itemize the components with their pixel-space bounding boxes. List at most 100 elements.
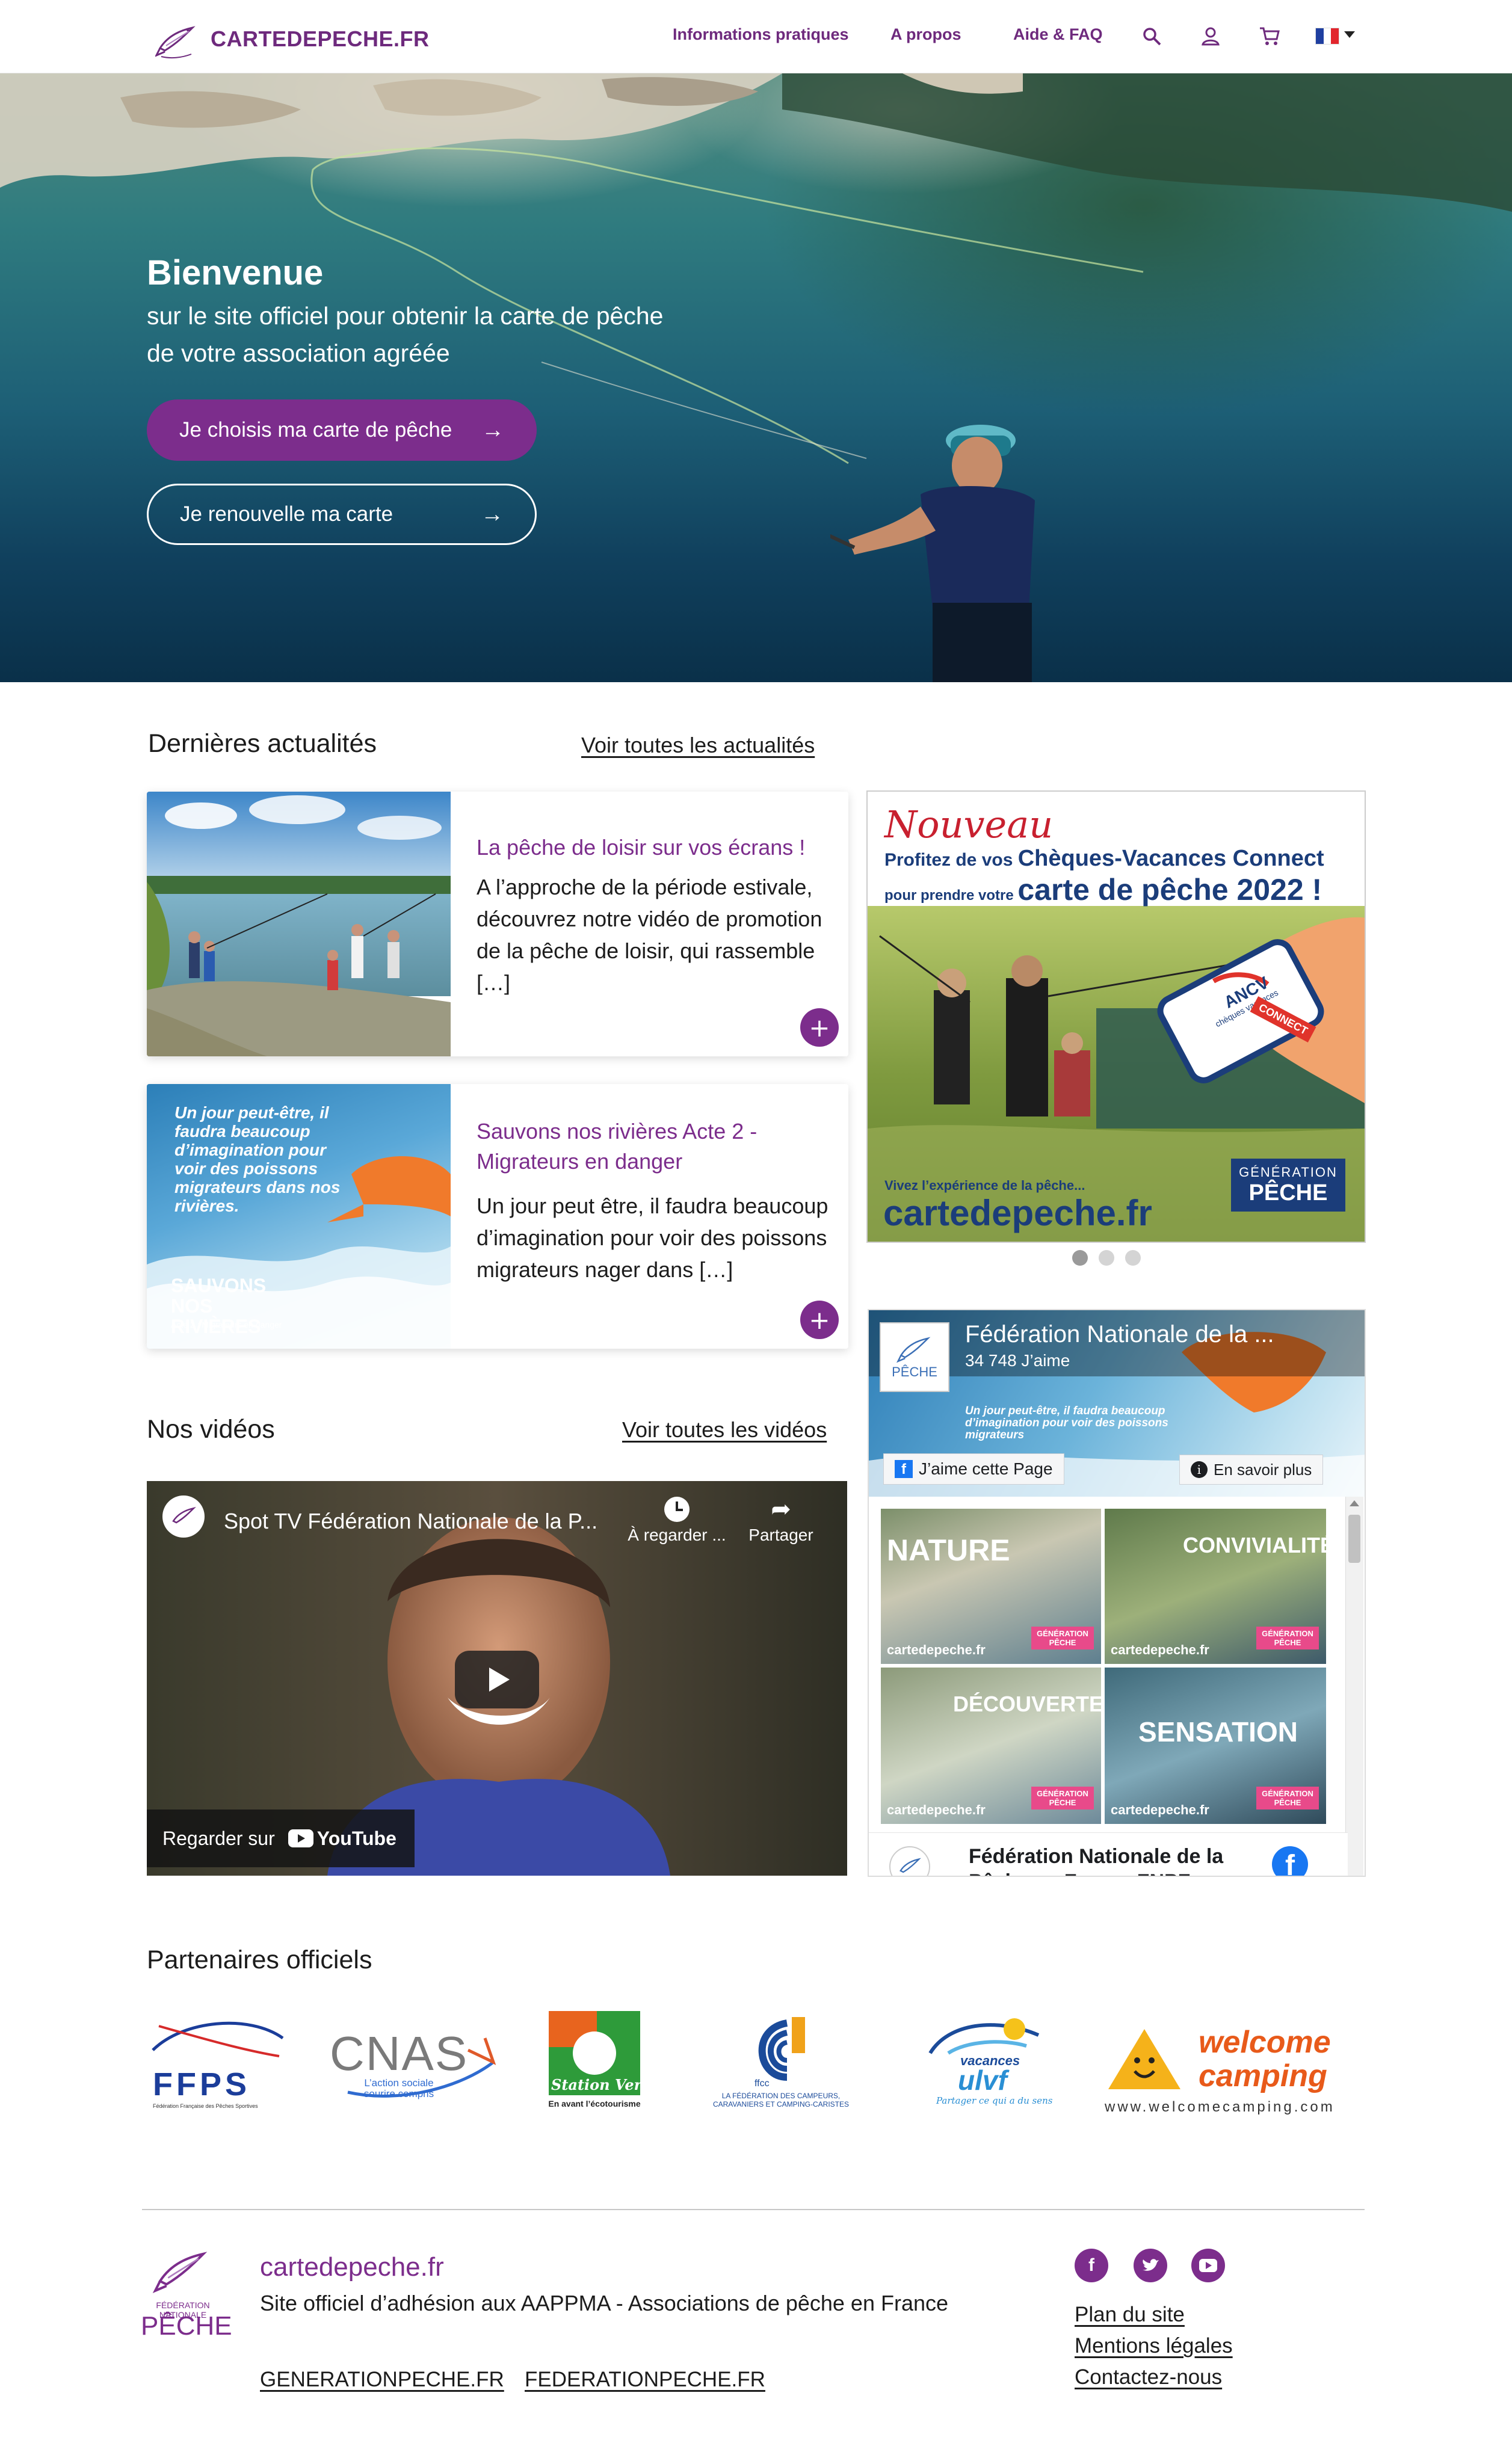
station-verte-name: Station Verte <box>551 2076 640 2093</box>
twitter-icon[interactable] <box>1134 2249 1167 2282</box>
ulvf-tagline: Partager ce qui a du sens <box>936 2095 1053 2106</box>
footer-link-generationpeche[interactable]: GENERATIONPECHE.FR <box>260 2368 504 2392</box>
news-card-title[interactable]: Sauvons nos rivières Acte 2 - Migrateurs… <box>477 1116 838 1177</box>
news-card[interactable]: Un jour peut-être, il faudra beaucoup d’… <box>147 1084 848 1349</box>
ffcc-caption: LA FÉDÉRATION DES CAMPEURS, CARAVANIERS … <box>712 2092 850 2108</box>
fb-avatar-label: PÊCHE <box>892 1364 937 1379</box>
news-card-title[interactable]: La pêche de loisir sur vos écrans ! <box>477 833 838 863</box>
fb-tile: DÉCOUVERTE cartedepeche.fr GÉNÉRATION PÊ… <box>881 1668 1104 1824</box>
read-more-plus-icon[interactable]: + <box>800 1008 839 1047</box>
share-label: Partager <box>748 1526 813 1544</box>
welcome-camping-tent-graphic <box>1108 2029 1180 2089</box>
fishing-line-graphic <box>310 147 1144 464</box>
partner-ffps-logo[interactable]: FFPS Fédération Française des Pêches Spo… <box>147 2008 289 2116</box>
fb-like-page-button[interactable]: f J’aime cette Page <box>883 1453 1064 1485</box>
ancv-promo-banner[interactable]: Nouveau Profitez de vos Chèques-Vacances… <box>866 790 1366 1243</box>
fb-tile-label: DÉCOUVERTE <box>953 1692 1104 1716</box>
partner-ulvf-logo[interactable]: vacances ulvf Partager ce qui a du sens <box>924 2008 1052 2116</box>
fb-scroll-thumb[interactable] <box>1348 1515 1360 1563</box>
carousel-dot[interactable] <box>1125 1250 1141 1266</box>
ad-headline-1a: Profitez de vos <box>884 850 1018 870</box>
fb-post-avatar <box>889 1846 930 1876</box>
carousel-dot[interactable] <box>1072 1250 1088 1266</box>
youtube-video-player[interactable]: Spot TV Fédération Nationale de la P... … <box>147 1481 847 1876</box>
card-image-logo-sub: Acte 2 : Migrateurs en danger <box>171 1320 282 1329</box>
ad-headline-2: pour prendre votre carte de pêche 2022 ! <box>884 872 1322 907</box>
footer-link-federationpeche[interactable]: FEDERATIONPECHE.FR <box>525 2368 765 2392</box>
flag-fr-icon[interactable] <box>1315 28 1339 45</box>
fish-logo-icon <box>896 1337 931 1363</box>
renew-card-button[interactable]: Je renouvelle ma carte → <box>147 484 537 545</box>
cnas-caption: L’action sociale sourire compris <box>363 2077 434 2099</box>
play-button[interactable] <box>455 1651 539 1708</box>
fb-tile-badge: GÉNÉRATION PÊCHE <box>1256 1787 1319 1810</box>
fish-logo-icon <box>152 2252 208 2293</box>
channel-avatar[interactable] <box>162 1495 205 1538</box>
share-button[interactable]: ➦ Partager <box>745 1497 817 1545</box>
ad-nouveau-text: Nouveau <box>884 802 1054 846</box>
fb-tile-label: CONVIVIALITÉ <box>1183 1533 1335 1557</box>
search-icon[interactable] <box>1138 23 1165 49</box>
partner-welcome-camping-logo[interactable]: welcome camping www.welcomecamping.com <box>1102 2008 1365 2116</box>
hero-banner: Bienvenue sur le site officiel pour obte… <box>0 73 1512 682</box>
facebook-icon[interactable]: f <box>1075 2249 1108 2282</box>
fb-tile-site: cartedepeche.fr <box>887 1802 986 1817</box>
fb-post-header: Fédération Nationale de la Pêche en Fran… <box>869 1832 1348 1876</box>
fisherman-image <box>830 425 1035 682</box>
language-caret-icon[interactable] <box>1344 31 1355 38</box>
news-card[interactable]: La pêche de loisir sur vos écrans ! A l’… <box>147 792 848 1056</box>
footer-site-name: cartedepeche.fr <box>260 2252 444 2282</box>
badge-top-text: GÉNÉRATION <box>1239 1165 1338 1180</box>
account-icon[interactable] <box>1197 23 1224 49</box>
footer-logo-word: PÊCHE <box>141 2311 232 2341</box>
site-logo[interactable]: CARTEDEPECHE.FR <box>155 17 430 61</box>
station-verte-mark: Station Verte <box>549 2011 640 2095</box>
footer-link-contactez-nous[interactable]: Contactez-nous <box>1075 2365 1222 2389</box>
cart-icon[interactable] <box>1256 23 1283 49</box>
partner-station-verte-logo[interactable]: Station Verte En avant l’écotourisme <box>548 2008 641 2116</box>
partner-ffcc-logo[interactable]: ffcc LA FÉDÉRATION DES CAMPEURS, CARAVAN… <box>697 2008 865 2116</box>
facebook-widget[interactable]: PÊCHE Fédération Nationale de la ... 34 … <box>868 1309 1366 1877</box>
fb-banner-text: Un jour peut-être, il faudra beaucoup d’… <box>965 1405 1168 1441</box>
ffcc-arcs-graphic <box>758 2017 805 2081</box>
video-title[interactable]: Spot TV Fédération Nationale de la P... <box>224 1509 597 1534</box>
fb-post-grid[interactable]: NATURE cartedepeche.fr GÉNÉRATION PÊCHE … <box>881 1509 1335 1824</box>
fb-learn-more-button[interactable]: i En savoir plus <box>1179 1455 1324 1485</box>
fb-scrollbar[interactable] <box>1345 1497 1363 1876</box>
choose-card-button[interactable]: Je choisis ma carte de pêche → <box>147 399 537 461</box>
carousel-dot[interactable] <box>1099 1250 1114 1266</box>
arrow-right-icon: → <box>481 417 504 443</box>
facebook-f-icon: f <box>895 1460 913 1478</box>
youtube-word: YouTube <box>316 1827 397 1849</box>
watch-on-youtube-button[interactable]: Regarder sur YouTube <box>147 1810 415 1867</box>
clock-icon <box>664 1497 690 1522</box>
watch-on-label: Regarder sur <box>162 1827 275 1849</box>
watch-later-button[interactable]: À regarder ... <box>627 1497 727 1545</box>
nav-aide-faq[interactable]: Aide & FAQ <box>1013 25 1103 44</box>
fb-page-avatar[interactable]: PÊCHE <box>880 1322 949 1392</box>
facebook-logo-icon: f <box>1272 1846 1308 1876</box>
partners-heading: Partenaires officiels <box>147 1945 372 1974</box>
footer-logo[interactable]: FÉDÉRATION NATIONALE PÊCHE <box>137 2247 232 2344</box>
scroll-up-arrow-icon[interactable] <box>1350 1500 1359 1506</box>
fb-learn-more-label: En savoir plus <box>1214 1460 1312 1479</box>
partner-cnas-logo[interactable]: CNAS L’action sociale sourire compris <box>330 2008 498 2116</box>
welcome-camping-name: welcome camping <box>1199 2025 1331 2093</box>
footer-link-plan-du-site[interactable]: Plan du site <box>1075 2303 1185 2327</box>
hero-title: Bienvenue <box>147 253 324 292</box>
carousel-dots <box>1072 1250 1141 1266</box>
footer-link-mentions-legales[interactable]: Mentions légales <box>1075 2334 1233 2358</box>
see-all-news-link[interactable]: Voir toutes les actualités <box>581 733 815 758</box>
nav-informations-pratiques[interactable]: Informations pratiques <box>673 25 849 44</box>
nav-a-propos[interactable]: A propos <box>890 25 961 44</box>
read-more-plus-icon[interactable]: + <box>800 1301 839 1339</box>
news-card-image: Un jour peut-être, il faudra beaucoup d’… <box>147 1084 451 1349</box>
watch-later-label: À regarder ... <box>628 1526 726 1544</box>
see-all-videos-link[interactable]: Voir toutes les vidéos <box>622 1417 827 1443</box>
fb-post-name[interactable]: Fédération Nationale de la Pêche en Fran… <box>969 1844 1270 1876</box>
fb-tile: SENSATION cartedepeche.fr GÉNÉRATION PÊC… <box>1105 1668 1326 1824</box>
fb-like-page-label: J’aime cette Page <box>919 1459 1053 1478</box>
ulvf-name: ulvf <box>958 2065 1007 2096</box>
youtube-icon[interactable] <box>1191 2249 1225 2282</box>
fb-page-name[interactable]: Fédération Nationale de la ... <box>965 1321 1274 1348</box>
